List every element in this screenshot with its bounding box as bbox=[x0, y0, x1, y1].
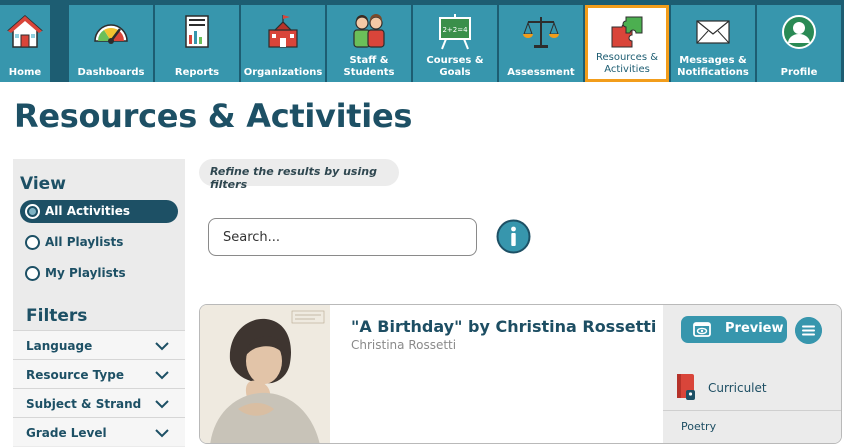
nav-label-courses-goals: Courses & Goals bbox=[426, 55, 484, 78]
info-icon[interactable] bbox=[496, 219, 531, 254]
nav-label-dashboards: Dashboards bbox=[77, 67, 145, 78]
nav-label-resources-activities: Resources & Activities bbox=[595, 52, 659, 75]
nav-label-assessment: Assessment bbox=[507, 67, 575, 78]
nav-item-reports[interactable]: Reports bbox=[155, 5, 239, 82]
resource-author: Christina Rossetti bbox=[351, 338, 457, 352]
resource-card[interactable]: "A Birthday" by Christina Rossetti Chris… bbox=[199, 304, 842, 444]
nav-item-staff-students[interactable]: Staff & Students bbox=[327, 5, 411, 82]
view-option-label: My Playlists bbox=[45, 266, 126, 280]
svg-text:2+2=4: 2+2=4 bbox=[442, 26, 468, 34]
preview-button[interactable]: Preview bbox=[681, 316, 787, 343]
filter-label: Resource Type bbox=[26, 368, 124, 382]
filter-sidebar: View All Activities All Playlists My Pla… bbox=[13, 159, 185, 447]
main-nav: Home Dashboards Reports Organizations St… bbox=[0, 5, 844, 82]
view-option-all-playlists[interactable]: All Playlists bbox=[20, 231, 178, 254]
nav-item-profile[interactable]: Profile bbox=[757, 5, 841, 82]
menu-icon[interactable] bbox=[795, 317, 822, 344]
gauge-icon bbox=[94, 24, 128, 44]
filter-language[interactable]: Language bbox=[13, 330, 185, 359]
filter-resource-type[interactable]: Resource Type bbox=[13, 359, 185, 388]
filter-label: Subject & Strand bbox=[26, 397, 142, 411]
chevron-down-icon bbox=[155, 342, 169, 351]
view-heading: View bbox=[20, 174, 66, 194]
search-input[interactable] bbox=[209, 219, 476, 255]
resource-actions-panel: Preview Curriculet Poetry bbox=[663, 305, 841, 443]
nav-item-home[interactable]: Home bbox=[0, 5, 50, 82]
view-option-label: All Activities bbox=[45, 204, 131, 218]
filters-heading: Filters bbox=[26, 306, 88, 326]
chevron-down-icon bbox=[155, 400, 169, 409]
nav-label-home: Home bbox=[8, 67, 42, 78]
envelope-icon bbox=[696, 20, 730, 44]
scales-icon bbox=[523, 17, 559, 48]
preview-label: Preview bbox=[725, 321, 784, 336]
source-label: Curriculet bbox=[708, 381, 767, 395]
nav-label-organizations: Organizations bbox=[243, 67, 323, 78]
divider bbox=[663, 410, 841, 411]
top-navigation-bar: Home Dashboards Reports Organizations St… bbox=[0, 0, 844, 82]
report-icon bbox=[185, 15, 209, 48]
nav-item-organizations[interactable]: Organizations bbox=[241, 5, 325, 82]
nav-item-assessment[interactable]: Assessment bbox=[499, 5, 583, 82]
filter-label: Grade Level bbox=[26, 426, 107, 440]
view-option-label: All Playlists bbox=[45, 235, 124, 249]
search-box[interactable] bbox=[208, 218, 477, 256]
nav-item-messages-notifications[interactable]: Messages & Notifications bbox=[671, 5, 755, 82]
view-option-my-playlists[interactable]: My Playlists bbox=[20, 262, 178, 285]
chevron-down-icon bbox=[155, 371, 169, 380]
school-building-icon bbox=[268, 15, 298, 48]
chevron-down-icon bbox=[155, 429, 169, 438]
page-title: Resources & Activities bbox=[14, 97, 413, 135]
refine-filters-hint: Refine the results by using filters bbox=[199, 159, 399, 191]
filter-grade-level[interactable]: Grade Level bbox=[13, 417, 185, 446]
preview-icon bbox=[693, 322, 711, 337]
nav-label-staff-students: Staff & Students bbox=[343, 55, 395, 78]
view-option-all-activities[interactable]: All Activities bbox=[20, 200, 178, 223]
people-icon bbox=[353, 14, 385, 48]
nav-label-profile: Profile bbox=[780, 67, 818, 78]
chalkboard-icon: 2+2=4 bbox=[439, 14, 471, 50]
resource-title[interactable]: "A Birthday" by Christina Rossetti bbox=[351, 317, 656, 336]
filter-label: Language bbox=[26, 339, 93, 353]
nav-label-messages-notifications: Messages & Notifications bbox=[677, 55, 749, 78]
user-icon bbox=[782, 15, 816, 49]
radio-unselected-icon bbox=[25, 266, 40, 281]
category-label: Poetry bbox=[681, 420, 717, 433]
nav-item-resources-activities[interactable]: Resources & Activities bbox=[585, 5, 669, 82]
portrait-thumbnail bbox=[200, 305, 330, 443]
nav-label-reports: Reports bbox=[174, 67, 220, 78]
radio-selected-icon bbox=[25, 204, 40, 219]
nav-item-courses-goals[interactable]: 2+2=4 Courses & Goals bbox=[413, 5, 497, 82]
puzzle-icon bbox=[611, 16, 643, 48]
nav-item-dashboards[interactable]: Dashboards bbox=[69, 5, 153, 82]
curriculet-book-icon bbox=[677, 374, 695, 400]
house-icon bbox=[7, 15, 43, 48]
radio-unselected-icon bbox=[25, 235, 40, 250]
filter-subject-strand[interactable]: Subject & Strand bbox=[13, 388, 185, 417]
